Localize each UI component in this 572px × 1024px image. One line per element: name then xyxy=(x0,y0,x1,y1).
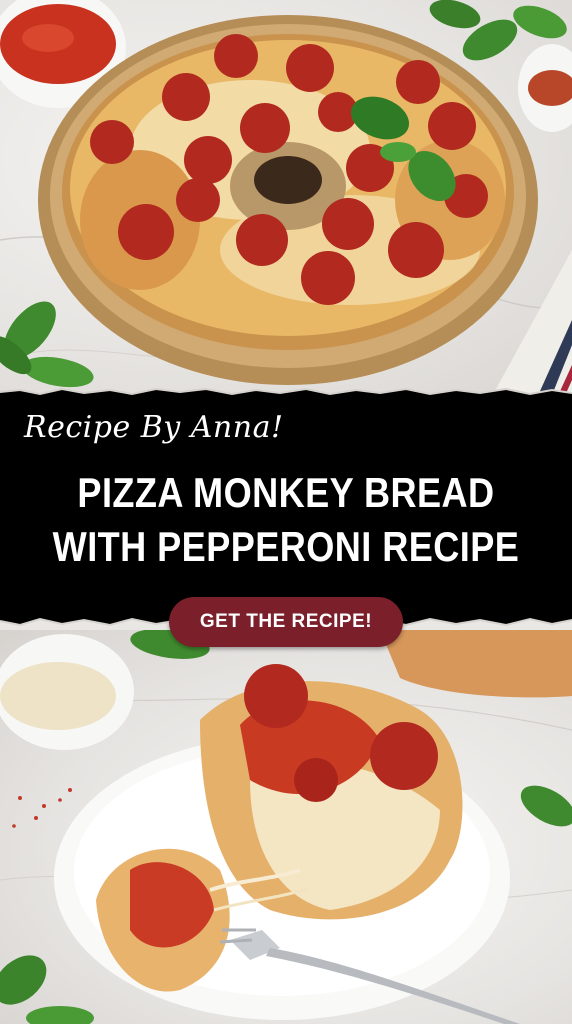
recipe-title-line-1: PIZZA MONKEY BREAD xyxy=(77,469,495,516)
pin-card: Recipe By Anna! PIZZA MONKEY BREAD WITH … xyxy=(0,0,572,1024)
basil-leaf xyxy=(0,955,47,1005)
parmesan-bowl xyxy=(0,634,134,750)
bundt-pan xyxy=(38,15,538,385)
recipe-author-signature: Recipe By Anna! xyxy=(24,410,284,445)
top-food-photo xyxy=(0,0,572,400)
basil-leaves xyxy=(0,301,94,388)
background-bread xyxy=(380,630,572,698)
basil-leaf xyxy=(26,1006,94,1024)
chili-flakes xyxy=(12,788,72,828)
basil-leaf xyxy=(520,785,572,827)
bottom-food-photo xyxy=(0,629,572,1024)
chili-flakes-bowl xyxy=(518,44,572,132)
recipe-title-line-2: WITH PEPPERONI RECIPE xyxy=(52,523,520,570)
recipe-title: PIZZA MONKEY BREAD WITH PEPPERONI RECIPE xyxy=(40,466,532,574)
get-recipe-button[interactable]: GET THE RECIPE! xyxy=(169,597,403,647)
